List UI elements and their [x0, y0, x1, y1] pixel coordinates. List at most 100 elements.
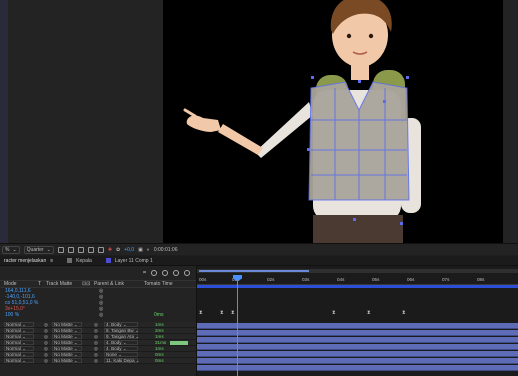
- chevron-down-icon: ⌄: [12, 246, 17, 253]
- keyframe-icon[interactable]: ⧗: [231, 310, 235, 316]
- layer-track[interactable]: [197, 330, 518, 336]
- tab-kepala[interactable]: Kepala: [63, 256, 102, 266]
- tick-label: 07s: [442, 277, 450, 282]
- layer-track[interactable]: [197, 344, 518, 350]
- parent-value: 4. Body: [106, 340, 122, 345]
- layer-track[interactable]: [197, 351, 518, 357]
- parent-dropdown[interactable]: 4. Body ⌄: [104, 346, 138, 351]
- tab-label: Kepala: [76, 257, 92, 264]
- tick-label: 03s: [302, 277, 310, 282]
- camera-icon[interactable]: ▣: [138, 247, 143, 253]
- motion-blur-icon[interactable]: [173, 270, 179, 276]
- region-of-interest-icon[interactable]: [57, 246, 64, 253]
- mode-dropdown[interactable]: Normal ⌄: [4, 352, 34, 357]
- selected-duration: 0ms: [154, 312, 164, 318]
- col-parent[interactable]: Parent & Link: [94, 281, 124, 287]
- composition-canvas[interactable]: [163, 0, 503, 243]
- draft-3d-icon[interactable]: ⌗: [143, 270, 146, 276]
- mode-dropdown[interactable]: Normal ⌄: [4, 358, 34, 363]
- layer-track[interactable]: [197, 365, 518, 371]
- panel-edge: [0, 0, 8, 243]
- matte-icon[interactable]: ◎: [44, 358, 48, 364]
- pickwhip-icon[interactable]: ◎: [94, 358, 98, 364]
- tab-menjelaskan[interactable]: racter menjelaskan ≡: [0, 256, 63, 266]
- time-ruler[interactable]: 00s 01s 02s 03s 04s 05s 06s 07s 08s: [197, 275, 518, 285]
- keyframe-icon[interactable]: ⧗: [220, 310, 224, 316]
- channel-icon[interactable]: [97, 246, 104, 253]
- duration-value: 1ms: [155, 334, 164, 339]
- keyframe-icon[interactable]: ⧗: [199, 310, 203, 316]
- color-management-icon[interactable]: ✚: [108, 247, 112, 253]
- composition-viewer[interactable]: [0, 0, 518, 243]
- col-track-matte[interactable]: Track Matte: [46, 281, 72, 287]
- tick-label: 02s: [267, 277, 275, 282]
- parent-dropdown[interactable]: 9. Tangan Ata ⌄: [104, 334, 139, 339]
- matte-dropdown[interactable]: No Matte ⌄: [52, 346, 82, 351]
- duration-value: 2ms: [155, 328, 164, 333]
- graph-editor-icon[interactable]: [184, 270, 190, 276]
- matte-value: No Matte: [54, 328, 73, 333]
- layer-track[interactable]: [197, 358, 518, 364]
- parent-dropdown[interactable]: None ⌄: [104, 352, 138, 357]
- tab-layer11[interactable]: Layer 11 Comp 1: [102, 256, 163, 266]
- col-t[interactable]: T: [38, 281, 41, 287]
- timeline-graph[interactable]: 00s 01s 02s 03s 04s 05s 06s 07s 08s ǀ ǀ …: [197, 266, 518, 376]
- keyframe-icon[interactable]: ⧗: [367, 310, 371, 316]
- matte-value: No Matte: [54, 358, 73, 363]
- tick-label: 00s: [199, 277, 207, 282]
- col-stretch[interactable]: Tomato Time: [144, 281, 173, 287]
- shy-icon[interactable]: [151, 270, 157, 276]
- stopwatch-icon[interactable]: ◎: [99, 312, 103, 318]
- keyframe-icon[interactable]: ⧗: [332, 310, 336, 316]
- layer-row[interactable]: Normal ⌄ ◎ No Matte ⌄ ◎ 11. Kaki Depa ⌄ …: [0, 358, 196, 364]
- layer-track[interactable]: [197, 323, 518, 329]
- parent-dropdown[interactable]: 4. Body ⌄: [104, 322, 138, 327]
- mode-dropdown[interactable]: Normal ⌄: [4, 334, 34, 339]
- parent-value: 9. Tangan Ata: [106, 334, 135, 339]
- transparency-grid-icon[interactable]: [67, 246, 74, 253]
- parent-dropdown[interactable]: 4. Body ⌄: [104, 340, 138, 345]
- mode-dropdown[interactable]: Normal ⌄: [4, 322, 34, 327]
- chevron-down-icon: ⌄: [46, 246, 51, 253]
- grid-guides-icon[interactable]: [87, 246, 94, 253]
- opacity-value[interactable]: 100 %: [0, 312, 60, 318]
- frame-blend-icon[interactable]: [162, 270, 168, 276]
- keyframe-icon[interactable]: ⧗: [402, 310, 406, 316]
- layer-list: Normal ⌄ ◎ No Matte ⌄ ◎ 4. Body ⌄ 1ms No…: [0, 322, 196, 364]
- mode-dropdown[interactable]: Normal ⌄: [4, 328, 34, 333]
- parent-value: 11. Kaki Depa: [106, 358, 135, 363]
- duration-value: 0ms: [155, 358, 164, 363]
- parent-value: 4. Body: [106, 322, 122, 327]
- mode-value: Normal: [6, 322, 21, 327]
- parent-dropdown[interactable]: 8. Tangan Bw ⌄: [104, 328, 139, 333]
- resolution-select[interactable]: Quarter ⌄: [23, 245, 54, 254]
- tick-label: 06s: [407, 277, 415, 282]
- parent-dropdown[interactable]: 11. Kaki Depa ⌄: [104, 358, 140, 363]
- matte-dropdown[interactable]: No Matte ⌄: [52, 358, 82, 363]
- matte-dropdown[interactable]: No Matte ⌄: [52, 328, 82, 333]
- settings-icon[interactable]: ✿: [116, 247, 120, 253]
- col-mode[interactable]: Mode: [4, 281, 17, 287]
- matte-dropdown[interactable]: No Matte ⌄: [52, 334, 82, 339]
- timecode-display[interactable]: 0:00:01:06: [154, 247, 178, 253]
- playhead-line[interactable]: [237, 275, 238, 376]
- matte-dropdown[interactable]: No Matte ⌄: [52, 340, 82, 345]
- zoom-select[interactable]: % ⌄: [2, 245, 20, 254]
- layer-track[interactable]: [197, 337, 518, 343]
- duration-value: 1ms: [155, 322, 164, 327]
- matte-dropdown[interactable]: No Matte ⌄: [52, 322, 82, 327]
- work-area-bar[interactable]: [199, 270, 309, 272]
- tab-menu-icon[interactable]: ≡: [50, 258, 53, 264]
- matte-value: No Matte: [54, 334, 73, 339]
- pasteboard-right: [503, 0, 518, 243]
- mode-value: Normal: [6, 352, 21, 357]
- mask-visibility-icon[interactable]: [77, 246, 84, 253]
- matte-value: No Matte: [54, 340, 73, 345]
- parent-value: 8. Tangan Bw: [106, 328, 134, 333]
- matte-dropdown[interactable]: No Matte ⌄: [52, 352, 82, 357]
- mode-value: Normal: [6, 334, 21, 339]
- snapshot-icon[interactable]: ◐: [147, 247, 150, 253]
- exposure-value[interactable]: +0,0: [124, 247, 134, 253]
- mode-dropdown[interactable]: Normal ⌄: [4, 346, 34, 351]
- mode-dropdown[interactable]: Normal ⌄: [4, 340, 34, 345]
